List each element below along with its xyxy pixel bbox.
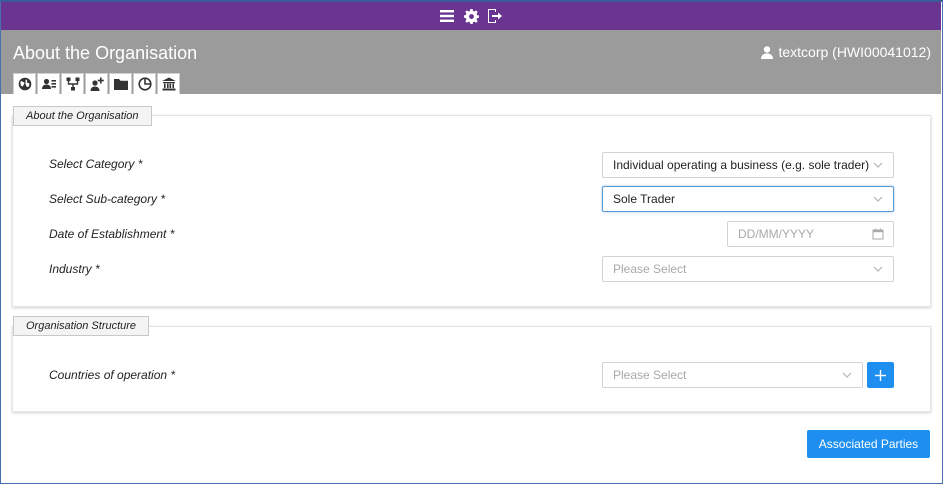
user-label: textcorp (HWI00041012)	[778, 44, 931, 60]
date-placeholder: DD/MM/YYYY	[738, 227, 815, 241]
sign-out-icon[interactable]	[486, 7, 504, 25]
chevron-down-icon	[873, 266, 883, 272]
date-label: Date of Establishment *	[49, 227, 175, 241]
gear-icon[interactable]	[462, 7, 480, 25]
category-label: Select Category *	[49, 157, 143, 171]
subcategory-value: Sole Trader	[613, 192, 676, 206]
tab-add-user[interactable]	[85, 73, 108, 94]
plus-icon	[875, 369, 886, 381]
contact-card-icon	[41, 78, 56, 89]
chevron-down-icon	[873, 196, 883, 202]
add-user-icon	[90, 77, 104, 91]
about-legend: About the Organisation	[13, 106, 152, 126]
countries-label: Countries of operation *	[49, 368, 176, 382]
industry-label: Industry *	[49, 262, 100, 276]
structure-legend: Organisation Structure	[13, 316, 150, 336]
calendar-icon[interactable]	[872, 228, 884, 240]
org-structure-icon	[66, 77, 79, 91]
tab-pie-chart[interactable]	[133, 73, 156, 94]
bank-icon	[161, 77, 176, 91]
industry-select[interactable]: Please Select	[602, 256, 894, 282]
page-header: About the Organisation textcorp (HWI0004…	[1, 30, 941, 94]
industry-placeholder: Please Select	[613, 262, 687, 276]
menu-icon[interactable]	[438, 7, 456, 25]
tab-org-structure[interactable]	[61, 73, 84, 94]
tab-bank[interactable]	[157, 73, 180, 94]
date-input[interactable]: DD/MM/YYYY	[727, 221, 894, 247]
chevron-down-icon	[842, 372, 852, 378]
countries-select[interactable]: Please Select	[602, 362, 863, 388]
user-icon	[761, 45, 774, 59]
page-title: About the Organisation	[13, 43, 198, 63]
add-country-button[interactable]	[867, 362, 894, 388]
folder-icon	[113, 79, 128, 90]
chevron-down-icon	[873, 162, 883, 168]
top-toolbar	[1, 2, 941, 30]
section-tabs	[13, 73, 180, 94]
globe-icon	[18, 77, 31, 91]
tab-contact-card[interactable]	[37, 73, 60, 94]
category-value: Individual operating a business (e.g. so…	[613, 158, 870, 172]
associated-parties-button[interactable]: Associated Parties	[807, 430, 930, 458]
tab-folder[interactable]	[109, 73, 132, 94]
pie-chart-icon	[137, 77, 152, 91]
countries-placeholder: Please Select	[613, 368, 687, 382]
category-select[interactable]: Individual operating a business (e.g. so…	[602, 152, 894, 178]
subcategory-select[interactable]: Sole Trader	[602, 186, 894, 212]
tab-globe[interactable]	[13, 73, 36, 94]
user-info: textcorp (HWI00041012)	[761, 44, 931, 60]
subcategory-label: Select Sub-category *	[49, 192, 166, 206]
